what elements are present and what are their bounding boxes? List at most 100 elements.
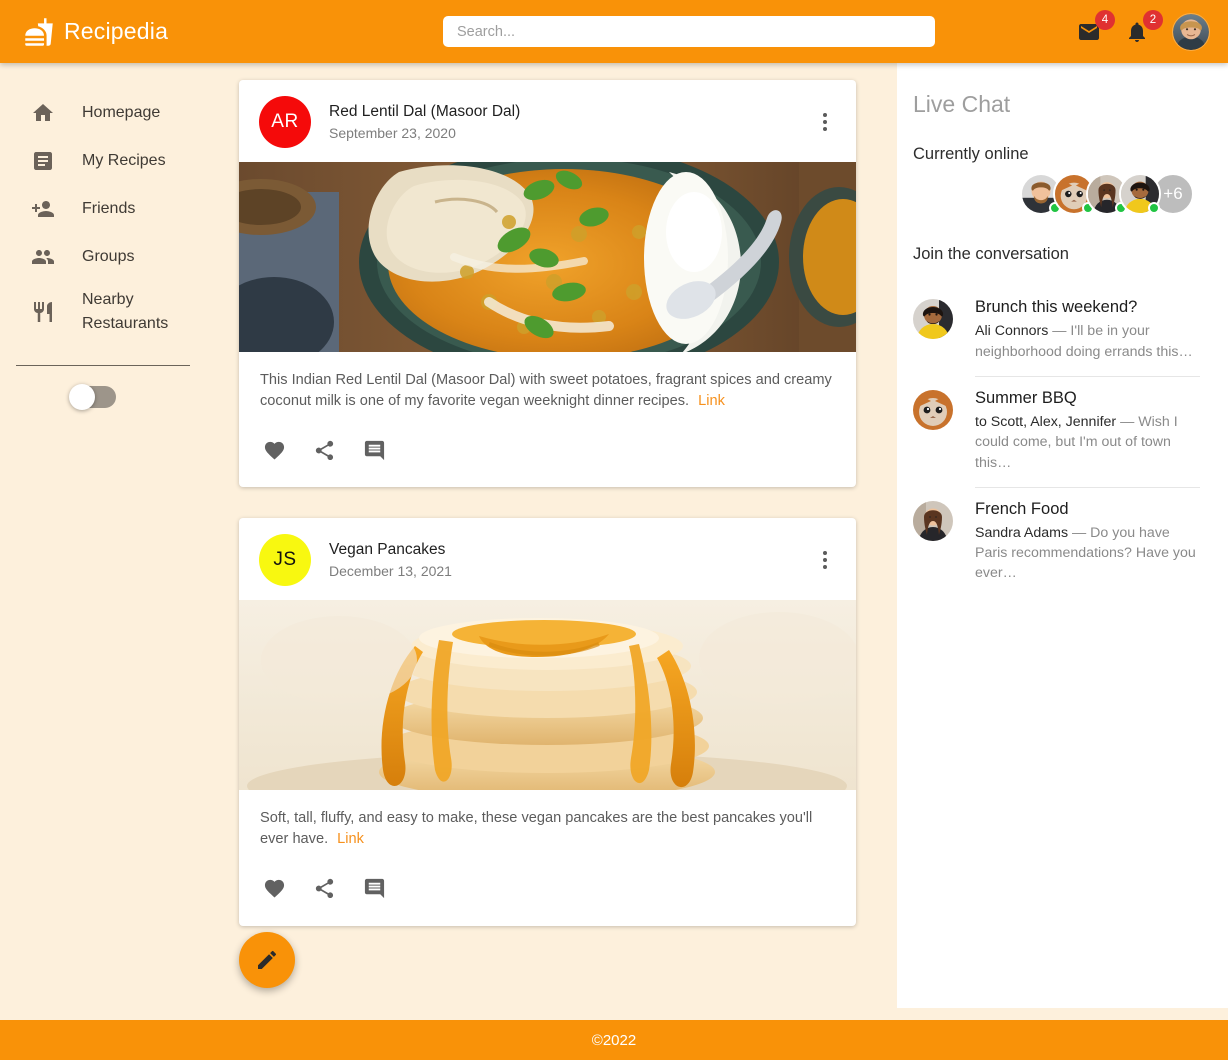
more-vert-icon [823, 113, 827, 117]
comment-icon [363, 439, 386, 462]
header-actions: 4 2 [1076, 0, 1210, 63]
conversation-preview: to Scott, Alex, Jennifer — Wish I could … [975, 412, 1200, 472]
sidebar-item-groups[interactable]: Groups [0, 233, 208, 281]
post-date: September 23, 2020 [329, 125, 456, 141]
sidebar-item-my-recipes[interactable]: My Recipes [0, 137, 208, 185]
post-date: December 13, 2021 [329, 563, 452, 580]
sidebar-item-label: Homepage [82, 104, 161, 121]
share-button[interactable] [305, 870, 343, 908]
post-title-group: Vegan Pancakes December 13, 2021 [329, 541, 810, 579]
person-add-icon [30, 196, 56, 222]
home-icon [30, 100, 56, 126]
post-image [239, 162, 856, 352]
post-header: AR Red Lentil Dal (Masoor Dal) September… [239, 80, 856, 162]
app-root: Recipedia 4 2 [0, 0, 1228, 1060]
comment-button[interactable] [355, 431, 393, 469]
comment-icon [363, 877, 386, 900]
brand[interactable]: Recipedia [24, 17, 168, 47]
online-status-dot [1148, 202, 1160, 214]
online-avatar[interactable] [1119, 173, 1161, 215]
post-card: JS Vegan Pancakes December 13, 2021 Soft… [239, 518, 856, 926]
share-icon [313, 439, 336, 462]
conversation-preview: Sandra Adams — Do you have Paris recomme… [975, 523, 1200, 583]
post-header: JS Vegan Pancakes December 13, 2021 [239, 518, 856, 600]
messages-badge: 4 [1095, 9, 1115, 30]
list-item[interactable]: Summer BBQ to Scott, Alex, Jennifer — Wi… [913, 377, 1200, 487]
search-container [443, 16, 935, 47]
post-body: Soft, tall, fluffy, and easy to make, th… [239, 790, 856, 853]
post-link[interactable]: Link [337, 831, 364, 847]
more-vert-icon [823, 551, 827, 556]
notifications-badge: 2 [1143, 9, 1163, 30]
sidebar-item-label: My Recipes [82, 152, 166, 169]
post-link[interactable]: Link [698, 393, 725, 409]
post-more-menu-button[interactable] [810, 107, 840, 137]
sidebar-divider [16, 365, 190, 366]
avatar[interactable] [1172, 12, 1210, 51]
conversation-text: Brunch this weekend? Ali Connors — I'll … [975, 297, 1200, 362]
sidebar-item-label: Groups [82, 248, 135, 265]
sidebar-item-label: Friends [82, 200, 136, 217]
post-more-menu-button[interactable] [810, 545, 840, 575]
post-feed: AR Red Lentil Dal (Masoor Dal) September… [239, 80, 856, 957]
post-body: This Indian Red Lentil Dal (Masoor Dal) … [239, 352, 856, 415]
notifications-button[interactable]: 2 [1124, 9, 1163, 45]
conversation-list: Brunch this weekend? Ali Connors — I'll … [913, 286, 1200, 598]
app-header: Recipedia 4 2 [0, 0, 1228, 63]
post-avatar: JS [259, 534, 311, 587]
post-actions [239, 415, 856, 487]
conversation-sender: Sandra Adams [975, 525, 1069, 542]
list-item[interactable]: Brunch this weekend? Ali Connors — I'll … [913, 286, 1200, 376]
conversation-text: Summer BBQ to Scott, Alex, Jennifer — Wi… [975, 388, 1200, 473]
post-title-group: Red Lentil Dal (Masoor Dal) September 23… [329, 103, 810, 141]
fastfood-icon [24, 17, 54, 47]
edit-icon [255, 948, 279, 972]
post-title: Vegan Pancakes [329, 541, 446, 559]
post-image [239, 600, 856, 791]
avatar [913, 389, 953, 430]
conversation-text: French Food Sandra Adams — Do you have P… [975, 499, 1200, 584]
brand-name: Recipedia [64, 18, 169, 44]
currently-online-label: Currently online [913, 145, 1029, 163]
post-card: AR Red Lentil Dal (Masoor Dal) September… [239, 80, 856, 488]
messages-button[interactable]: 4 [1076, 9, 1115, 45]
create-post-fab[interactable] [239, 932, 295, 988]
like-button[interactable] [255, 870, 293, 908]
switch-knob [69, 384, 95, 410]
post-title: Red Lentil Dal (Masoor Dal) [329, 103, 521, 120]
live-chat-heading: Live Chat [913, 91, 1011, 117]
online-avatar-group: +6 [913, 173, 1200, 215]
avatar [913, 299, 953, 339]
conversation-preview: Ali Connors — I'll be in your neighborho… [975, 321, 1200, 361]
conversation-title: French Food [975, 499, 1069, 518]
comment-button[interactable] [355, 870, 393, 908]
app-footer: ©2022 [0, 1020, 1228, 1060]
post-description: This Indian Red Lentil Dal (Masoor Dal) … [260, 372, 832, 409]
avatar [913, 500, 953, 541]
copyright-text: ©2022 [591, 1031, 637, 1049]
list-item[interactable]: French Food Sandra Adams — Do you have P… [913, 488, 1200, 598]
article-icon [30, 148, 56, 174]
theme-toggle-row [0, 371, 208, 423]
live-chat-panel: Live Chat Currently online +6 Join the c… [897, 63, 1228, 1008]
like-button[interactable] [255, 431, 293, 469]
share-button[interactable] [305, 431, 343, 469]
dark-mode-switch[interactable] [69, 384, 116, 410]
conversation-title: Brunch this weekend? [975, 298, 1138, 316]
post-avatar: AR [259, 96, 311, 148]
sidebar-item-friends[interactable]: Friends [0, 185, 208, 233]
search-input[interactable] [443, 16, 935, 47]
conversation-sender: to Scott, Alex, Jennifer [975, 414, 1117, 431]
post-actions [239, 854, 856, 926]
conversation-sender: Ali Connors [975, 323, 1049, 340]
conversation-title: Summer BBQ [975, 388, 1077, 407]
join-conversation-label: Join the conversation [913, 245, 1069, 263]
sidebar-item-homepage[interactable]: Homepage [0, 89, 208, 137]
favorite-icon [263, 877, 286, 900]
restaurant-icon [30, 299, 56, 325]
share-icon [313, 877, 336, 900]
sidebar-item-nearby-restaurants[interactable]: Nearby Restaurants [0, 281, 208, 343]
favorite-icon [263, 439, 286, 462]
sidebar-item-label: Nearby Restaurants [82, 291, 169, 332]
groups-icon [30, 244, 56, 270]
